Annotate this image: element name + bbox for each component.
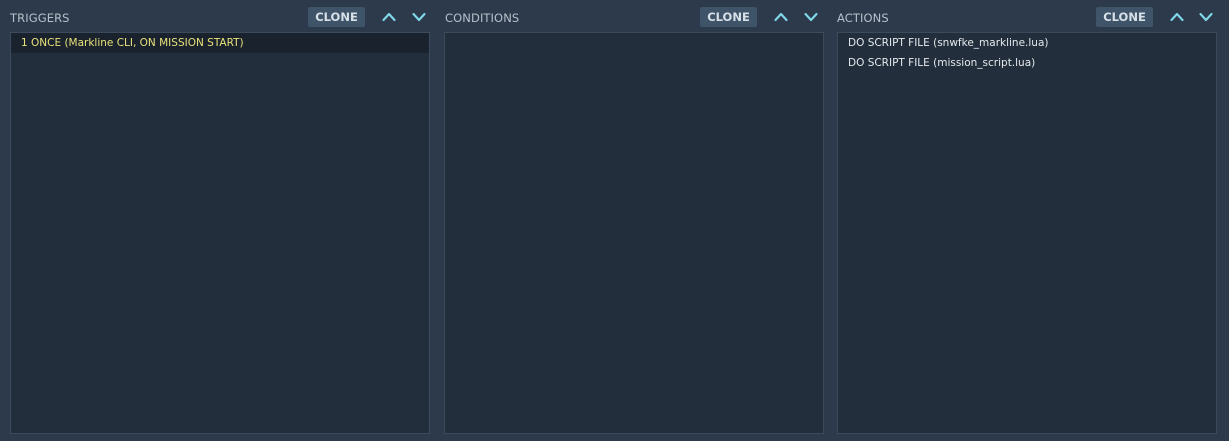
chevron-down-icon	[804, 12, 818, 22]
chevron-up-icon	[774, 12, 788, 22]
actions-move-down-button[interactable]	[1197, 8, 1215, 26]
actions-panel: ACTIONS CLONE DO SCRIPT FILE (snwfke_mar…	[828, 0, 1229, 441]
trigger-list-item[interactable]: 1 ONCE (Markline CLI, ON MISSION START)	[11, 33, 429, 53]
actions-clone-button[interactable]: CLONE	[1096, 7, 1153, 27]
conditions-move-down-button[interactable]	[802, 8, 820, 26]
chevron-up-icon	[1170, 12, 1184, 22]
chevron-down-icon	[412, 12, 426, 22]
triggers-list[interactable]: 1 ONCE (Markline CLI, ON MISSION START)	[10, 32, 430, 434]
actions-title: ACTIONS	[837, 11, 889, 25]
conditions-list[interactable]	[444, 32, 824, 434]
conditions-title: CONDITIONS	[445, 11, 520, 25]
chevron-down-icon	[1199, 12, 1213, 22]
action-list-item[interactable]: DO SCRIPT FILE (mission_script.lua)	[838, 53, 1216, 73]
actions-header: ACTIONS CLONE	[828, 0, 1229, 34]
conditions-header: CONDITIONS CLONE	[436, 0, 826, 34]
actions-list[interactable]: DO SCRIPT FILE (snwfke_markline.lua) DO …	[837, 32, 1217, 434]
actions-move-up-button[interactable]	[1168, 8, 1186, 26]
triggers-title: TRIGGERS	[10, 11, 70, 25]
conditions-panel: CONDITIONS CLONE	[436, 0, 826, 441]
triggers-move-up-button[interactable]	[380, 8, 398, 26]
conditions-move-up-button[interactable]	[772, 8, 790, 26]
conditions-clone-button[interactable]: CLONE	[700, 7, 757, 27]
triggers-header: TRIGGERS CLONE	[0, 0, 432, 34]
action-list-item[interactable]: DO SCRIPT FILE (snwfke_markline.lua)	[838, 33, 1216, 53]
triggers-panel: TRIGGERS CLONE 1 ONCE (Markline CLI, ON …	[0, 0, 432, 441]
triggers-move-down-button[interactable]	[410, 8, 428, 26]
triggers-clone-button[interactable]: CLONE	[308, 7, 365, 27]
chevron-up-icon	[382, 12, 396, 22]
